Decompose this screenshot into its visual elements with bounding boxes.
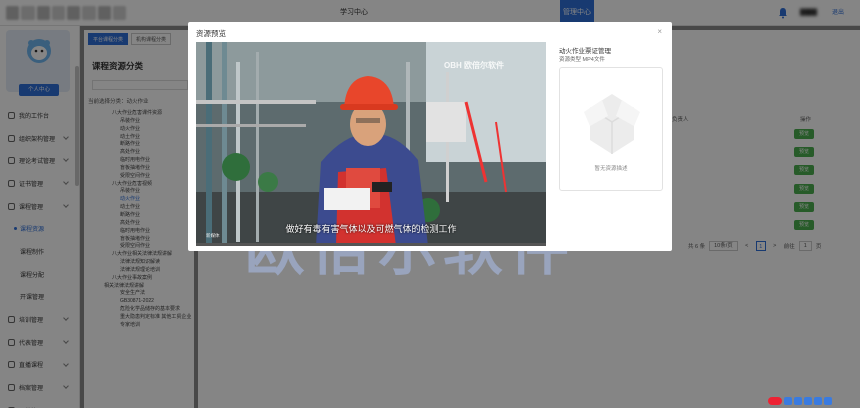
resource-preview-modal: 资源预览 × OBH 欧倍尔软件 做好有毒有害气体以及可燃气体的检测工作 新媒体… xyxy=(188,22,672,251)
resource-name: 动火作业票证管理 xyxy=(559,48,611,55)
system-tray xyxy=(768,396,832,406)
resource-type: 资源类型 MP4文件 xyxy=(559,57,605,63)
modal-title: 资源预览 xyxy=(196,29,226,38)
empty-image-icon xyxy=(584,94,640,154)
video-caption: 做好有毒有害气体以及可燃气体的检测工作 xyxy=(285,224,457,234)
keyboard-icon[interactable] xyxy=(804,397,812,405)
lang-icon[interactable] xyxy=(784,397,792,405)
video-progress-bar[interactable] xyxy=(196,243,546,246)
video-frame xyxy=(196,42,546,246)
video-player[interactable]: OBH 欧倍尔软件 做好有毒有害气体以及可燃气体的检测工作 新媒体 xyxy=(196,42,546,246)
grid-icon[interactable] xyxy=(824,397,832,405)
user-icon[interactable] xyxy=(814,397,822,405)
video-logo: OBH 欧倍尔软件 xyxy=(444,61,504,70)
resource-cover: 暂无资源描述 xyxy=(559,67,663,191)
mic-icon[interactable] xyxy=(794,397,802,405)
close-icon[interactable]: × xyxy=(657,27,662,36)
video-tag: 新媒体 xyxy=(206,233,220,238)
ime-icon[interactable] xyxy=(768,397,782,405)
no-description-text: 暂无资源描述 xyxy=(594,166,628,172)
